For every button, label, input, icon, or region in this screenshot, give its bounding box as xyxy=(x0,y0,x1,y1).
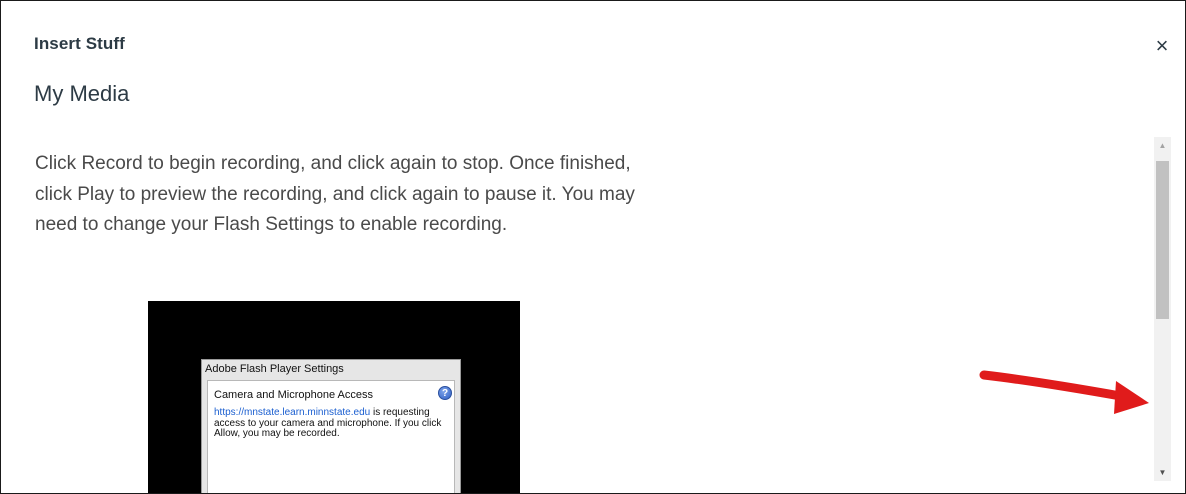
flash-permission-message: https://mnstate.learn.minnstate.edu is r… xyxy=(214,407,450,440)
scroll-up-icon[interactable]: ▲ xyxy=(1154,137,1171,154)
scroll-down-icon[interactable]: ▼ xyxy=(1154,464,1171,481)
flash-permission-box: Camera and Microphone Access ? https://m… xyxy=(207,380,455,493)
requesting-site-link[interactable]: https://mnstate.learn.minnstate.edu xyxy=(214,407,370,418)
close-button[interactable]: × xyxy=(1151,35,1173,57)
help-icon[interactable]: ? xyxy=(438,386,452,400)
vertical-scrollbar[interactable]: ▲ ▼ xyxy=(1154,137,1171,481)
section-heading: My Media xyxy=(34,81,130,106)
media-content-area: Click Record to begin recording, and cli… xyxy=(1,134,1151,493)
red-arrow-icon xyxy=(979,370,1149,414)
insert-stuff-dialog: Insert Stuff × My Media Click Record to … xyxy=(0,0,1186,494)
recorder-preview[interactable]: Adobe Flash Player Settings Camera and M… xyxy=(148,301,520,493)
dialog-title: Insert Stuff xyxy=(34,34,125,53)
instructions-text: Click Record to begin recording, and cli… xyxy=(35,153,635,235)
scrollbar-thumb[interactable] xyxy=(1156,161,1169,319)
flash-settings-panel: Adobe Flash Player Settings Camera and M… xyxy=(201,359,461,493)
flash-settings-title: Adobe Flash Player Settings xyxy=(205,363,344,375)
flash-permission-heading: Camera and Microphone Access xyxy=(214,389,373,401)
